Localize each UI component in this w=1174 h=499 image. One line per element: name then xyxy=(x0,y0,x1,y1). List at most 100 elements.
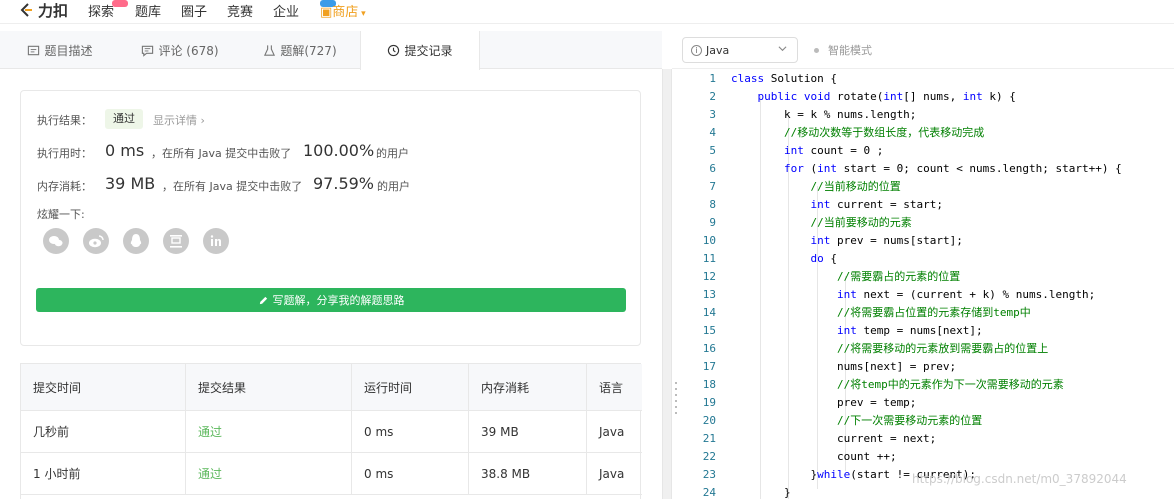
code-text: } xyxy=(731,486,791,499)
tab-description[interactable]: 题目描述 xyxy=(0,31,120,69)
line-number: 17 xyxy=(702,360,716,373)
tab-description-label: 题目描述 xyxy=(44,43,93,58)
code-line[interactable]: 8 int current = start; xyxy=(684,196,1174,214)
code-line[interactable]: 18 //将temp中的元素作为下一次需要移动的元素 xyxy=(684,376,1174,394)
nav-contest[interactable]: 竞赛 xyxy=(227,1,253,20)
line-number: 12 xyxy=(702,270,716,283)
memory-percent: 97.59% xyxy=(313,174,375,193)
code-line[interactable]: 5 int count = 0 ; xyxy=(684,142,1174,160)
show-detail-link[interactable]: 显示详情 › xyxy=(153,112,205,128)
code-line[interactable]: 21 current = next; xyxy=(684,430,1174,448)
header-memory: 内存消耗 xyxy=(469,364,587,410)
clock-icon xyxy=(388,44,400,57)
result-link[interactable]: 通过 xyxy=(198,465,222,482)
nav-enterprise[interactable]: 企业 xyxy=(273,1,299,20)
code-text: //将需要移动的元素放到需要霸占的位置上 xyxy=(836,342,1049,355)
nav-explore[interactable]: 探索 xyxy=(88,1,114,20)
code-text: //需要霸占的元素的位置 xyxy=(836,270,961,283)
code-line[interactable]: 10 int prev = nums[start]; xyxy=(684,232,1174,250)
smart-mode-toggle[interactable]: 智能模式 xyxy=(814,42,872,58)
new-badge xyxy=(112,0,128,7)
code-line[interactable]: 16 //将需要移动的元素放到需要霸占的位置上 xyxy=(684,340,1174,358)
line-number: 14 xyxy=(702,306,716,319)
code-line[interactable]: 24 } xyxy=(684,484,1174,499)
chevron-down-icon xyxy=(778,46,787,52)
code-line[interactable]: 6 for (int start = 0; count < nums.lengt… xyxy=(684,160,1174,178)
line-number: 2 xyxy=(709,90,716,103)
logo-text: 力扣 xyxy=(38,1,69,20)
code-text: //当前要移动的元素 xyxy=(810,216,912,229)
code-text: public void rotate(int[] nums, int k) { xyxy=(757,90,1016,103)
submission-result-card: 执行结果： 通过 显示详情 › 执行用时： 0 ms ，在所有 Java 提交中… xyxy=(20,90,641,346)
line-number: 6 xyxy=(709,162,716,175)
code-line[interactable]: 19 prev = temp; xyxy=(684,394,1174,412)
code-line[interactable]: 13 int next = (current + k) % nums.lengt… xyxy=(684,286,1174,304)
code-text: nums[next] = prev; xyxy=(731,360,957,373)
code-line[interactable]: 2 public void rotate(int[] nums, int k) … xyxy=(684,88,1174,106)
code-text: //当前移动的位置 xyxy=(810,180,901,193)
problem-tabs: 题目描述 评论 (678) 题解(727) 提交记录 xyxy=(0,31,662,70)
wechat-icon[interactable] xyxy=(43,228,69,254)
linkedin-icon[interactable] xyxy=(203,228,229,254)
table-row[interactable]: 1 小时前 通过 0 ms 38.8 MB Java xyxy=(21,453,642,495)
cell-submit-time: 几秒前 xyxy=(21,411,186,452)
code-line[interactable]: 17 nums[next] = prev; xyxy=(684,358,1174,376)
tab-comments[interactable]: 评论 (678) xyxy=(120,31,240,69)
write-solution-label: 写题解，分享我的解题思路 xyxy=(272,294,405,307)
memory-value: 39 MB xyxy=(105,174,156,193)
tab-solutions[interactable]: 题解(727) xyxy=(240,31,360,69)
code-text: prev = temp; xyxy=(731,396,917,409)
cell-submit-result: 通过 xyxy=(186,453,352,494)
code-line[interactable]: 1 class Solution { xyxy=(684,70,1174,88)
shop-icon: ▣ xyxy=(320,5,333,20)
exec-time-percent: 100.00% xyxy=(303,141,375,160)
line-number: 7 xyxy=(709,180,716,193)
table-row[interactable]: 几秒前 通过 0 ms 39 MB Java xyxy=(21,411,642,453)
status-badge: 通过 xyxy=(105,109,143,129)
code-line[interactable]: 22 count ++; xyxy=(684,448,1174,466)
document-icon xyxy=(28,45,40,55)
memory-text: ，在所有 Java 提交中击败了 xyxy=(162,180,303,193)
result-link[interactable]: 通过 xyxy=(198,423,222,440)
tab-comments-label: 评论 (678) xyxy=(158,43,219,58)
exec-result-label: 执行结果： xyxy=(37,114,92,127)
code-line[interactable]: 7 //当前移动的位置 xyxy=(684,178,1174,196)
comment-icon xyxy=(142,45,154,57)
memory-suffix: 的用户 xyxy=(377,180,410,193)
code-line[interactable]: 4 //移动次数等于数组长度，代表移动完成 xyxy=(684,124,1174,142)
code-text: int count = 0 ; xyxy=(783,144,884,157)
nav-shop[interactable]: ▣商店 ▾ xyxy=(320,1,366,20)
share-label: 炫耀一下: xyxy=(37,208,85,221)
pane-splitter[interactable] xyxy=(662,69,672,499)
cell-memory: 39 MB xyxy=(469,411,587,452)
douban-icon[interactable] xyxy=(163,228,189,254)
exec-time-value: 0 ms xyxy=(105,141,145,160)
code-line[interactable]: 20 //下一次需要移动元素的位置 xyxy=(684,412,1174,430)
shop-label: 商店 xyxy=(332,5,359,20)
header-runtime: 运行时间 xyxy=(352,364,469,410)
write-solution-button[interactable]: 写题解，分享我的解题思路 xyxy=(36,288,626,312)
line-number: 4 xyxy=(709,126,716,139)
splitter-handle-icon[interactable] xyxy=(675,382,679,418)
code-line[interactable]: 15 int temp = nums[next]; xyxy=(684,322,1174,340)
logo[interactable]: 力扣 xyxy=(18,0,68,20)
line-number: 10 xyxy=(702,234,716,247)
qq-icon[interactable] xyxy=(123,228,149,254)
code-line[interactable]: 12 //需要霸占的元素的位置 xyxy=(684,268,1174,286)
code-editor[interactable]: 1 class Solution {2 public void rotate(in… xyxy=(684,69,1174,499)
line-number: 1 xyxy=(709,72,716,85)
code-text: int current = start; xyxy=(810,198,943,211)
code-line[interactable]: 11 do { xyxy=(684,250,1174,268)
nav-circle[interactable]: 圈子 xyxy=(181,1,207,20)
code-line[interactable]: 3 k = k % nums.length; xyxy=(684,106,1174,124)
header-submit-time: 提交时间 xyxy=(21,364,186,410)
code-line[interactable]: 9 //当前要移动的元素 xyxy=(684,214,1174,232)
nav-problems[interactable]: 题库 xyxy=(135,1,161,20)
code-text: //下一次需要移动元素的位置 xyxy=(836,414,983,427)
code-line[interactable]: 14 //将需要霸占位置的元素存储到temp中 xyxy=(684,304,1174,322)
weibo-icon[interactable] xyxy=(83,228,109,254)
language-select[interactable]: i Java xyxy=(682,37,798,63)
tab-submissions[interactable]: 提交记录 xyxy=(360,31,480,70)
line-number: 21 xyxy=(702,432,716,445)
line-number: 23 xyxy=(702,468,716,481)
